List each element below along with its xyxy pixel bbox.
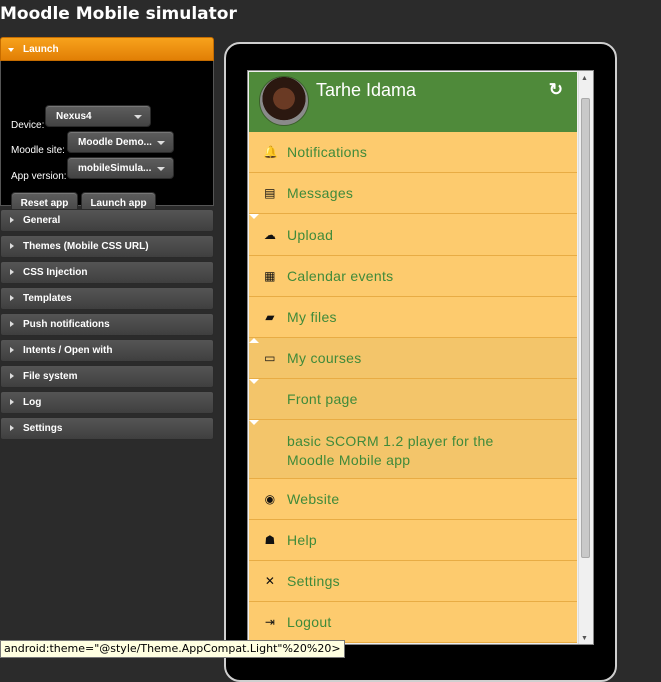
collapsed-triangle-icon	[10, 295, 14, 301]
site-select-value: Moodle Demo...	[78, 137, 152, 148]
website-icon: ◉	[264, 492, 276, 506]
scrollbar-thumb[interactable]	[581, 98, 590, 558]
section-push-notifications[interactable]: Push notifications	[0, 313, 214, 336]
user-name: Tarhe Idama	[316, 80, 417, 100]
app-version-label: App version:	[11, 171, 67, 182]
collapsed-triangle-icon	[10, 269, 14, 275]
accordion-sections: General Themes (Mobile CSS URL) CSS Inject…	[0, 209, 214, 440]
device-select[interactable]: Nexus4	[45, 105, 151, 127]
menu-item-label: basic SCORM 1.2 player for the Moodle Mo…	[287, 433, 494, 468]
tree-toggle-icon[interactable]	[249, 379, 259, 384]
section-log[interactable]: Log	[0, 391, 214, 414]
section-general[interactable]: General	[0, 209, 214, 232]
section-label: Log	[23, 397, 42, 408]
folder-icon: ▰	[265, 310, 275, 324]
moodle-site-label: Moodle site:	[11, 145, 65, 156]
section-label: Push notifications	[23, 319, 110, 330]
menu-item-label: Help	[287, 532, 317, 548]
logout-icon: ⇥	[264, 615, 276, 629]
section-css-injection[interactable]: CSS Injection	[0, 261, 214, 284]
tree-toggle-icon[interactable]	[249, 338, 259, 343]
tooltip: android:theme="@style/Theme.AppCompat.Li…	[0, 640, 345, 658]
help-icon: ☗	[264, 533, 276, 547]
launch-header-label: Launch	[23, 44, 59, 55]
chevron-down-icon	[157, 141, 165, 145]
menu-item-label: Messages	[287, 185, 354, 201]
collapsed-triangle-icon	[10, 373, 14, 379]
launch-section-body: Device: Nexus4 Moodle site: Moodle Demo.…	[0, 61, 214, 215]
device-screen: Tarhe Idama ↻ 🔔 Notifications ▤ Messages ☁ Up…	[247, 70, 594, 645]
scroll-down-arrow-icon[interactable]: ▼	[581, 635, 588, 642]
menu-item-front-page[interactable]: Front page	[249, 379, 577, 420]
version-select-value: mobileSimula...	[78, 163, 152, 174]
launch-section-header[interactable]: Launch	[0, 37, 214, 61]
section-label: Templates	[23, 293, 72, 304]
menu-item-label: Notifications	[287, 144, 368, 160]
chevron-down-icon	[157, 167, 165, 171]
scroll-up-arrow-icon[interactable]: ▲	[581, 75, 588, 82]
menu-item-label: Logout	[287, 614, 332, 630]
menu-item-label: My courses	[287, 350, 362, 366]
side-menu: Tarhe Idama ↻ 🔔 Notifications ▤ Messages ☁ Up…	[249, 72, 577, 644]
section-intents-open-with[interactable]: Intents / Open with	[0, 339, 214, 362]
menu-item-my-courses[interactable]: ▭ My courses	[249, 338, 577, 379]
menu-item-label: Front page	[287, 391, 358, 407]
profile-header[interactable]: Tarhe Idama ↻	[249, 72, 577, 132]
collapsed-triangle-icon	[10, 243, 14, 249]
section-label: File system	[23, 371, 78, 382]
menu-item-logout[interactable]: ⇥ Logout	[249, 602, 577, 643]
device-select-value: Nexus4	[56, 111, 92, 122]
section-label: General	[23, 215, 61, 226]
menu-item-messages[interactable]: ▤ Messages	[249, 173, 577, 214]
device-label: Device:	[11, 120, 45, 131]
menu-item-help[interactable]: ☗ Help	[249, 520, 577, 561]
bell-icon: 🔔	[263, 145, 279, 159]
menu-item-label: My files	[287, 309, 337, 325]
refresh-icon[interactable]: ↻	[549, 80, 563, 100]
courses-icon: ▭	[264, 351, 276, 365]
upload-cloud-icon: ☁	[263, 227, 277, 242]
left-panel: Launch Device: Nexus4 Moodle site: Moodl…	[0, 37, 214, 440]
collapsed-triangle-icon	[10, 321, 14, 327]
collapsed-triangle-icon	[10, 347, 14, 353]
section-label: CSS Injection	[23, 267, 88, 278]
section-label: Intents / Open with	[23, 345, 113, 356]
menu-item-website[interactable]: ◉ Website	[249, 479, 577, 520]
tools-icon: ✕	[264, 574, 276, 588]
collapsed-triangle-icon	[10, 217, 14, 223]
section-label: Themes (Mobile CSS URL)	[23, 241, 149, 252]
app-title: Moodle Mobile simulator	[0, 4, 237, 24]
section-themes-mobile-css-url[interactable]: Themes (Mobile CSS URL)	[0, 235, 214, 258]
section-file-system[interactable]: File system	[0, 365, 214, 388]
menu-list: 🔔 Notifications ▤ Messages ☁ Upload ▦ Calendar …	[249, 132, 577, 643]
collapsed-triangle-icon	[10, 425, 14, 431]
menu-item-my-files[interactable]: ▰ My files	[249, 297, 577, 338]
section-templates[interactable]: Templates	[0, 287, 214, 310]
calendar-icon: ▦	[264, 269, 276, 283]
section-label: Settings	[23, 423, 63, 434]
menu-item-settings[interactable]: ✕ Settings	[249, 561, 577, 602]
menu-item-upload[interactable]: ☁ Upload	[249, 214, 577, 256]
chevron-down-icon	[134, 115, 142, 119]
expanded-triangle-icon	[8, 48, 14, 52]
menu-item-label: Website	[287, 491, 340, 507]
avatar[interactable]	[259, 76, 309, 126]
menu-item-notifications[interactable]: 🔔 Notifications	[249, 132, 577, 173]
menu-item-calendar-events[interactable]: ▦ Calendar events	[249, 256, 577, 297]
menu-item-label: Upload	[287, 226, 334, 243]
menu-item-label: Settings	[287, 573, 340, 589]
section-settings[interactable]: Settings	[0, 417, 214, 440]
collapsed-triangle-icon	[10, 399, 14, 405]
scrollbar[interactable]: ▲ ▼	[578, 72, 592, 644]
moodle-site-select[interactable]: Moodle Demo...	[67, 131, 174, 153]
menu-item-basic-scorm[interactable]: basic SCORM 1.2 player for the Moodle Mo…	[249, 420, 577, 479]
messages-icon: ▤	[264, 186, 276, 200]
app-version-select[interactable]: mobileSimula...	[67, 157, 174, 179]
tree-toggle-icon[interactable]	[249, 420, 259, 425]
menu-item-label: Calendar events	[287, 268, 394, 284]
tree-toggle-icon[interactable]	[249, 214, 259, 219]
